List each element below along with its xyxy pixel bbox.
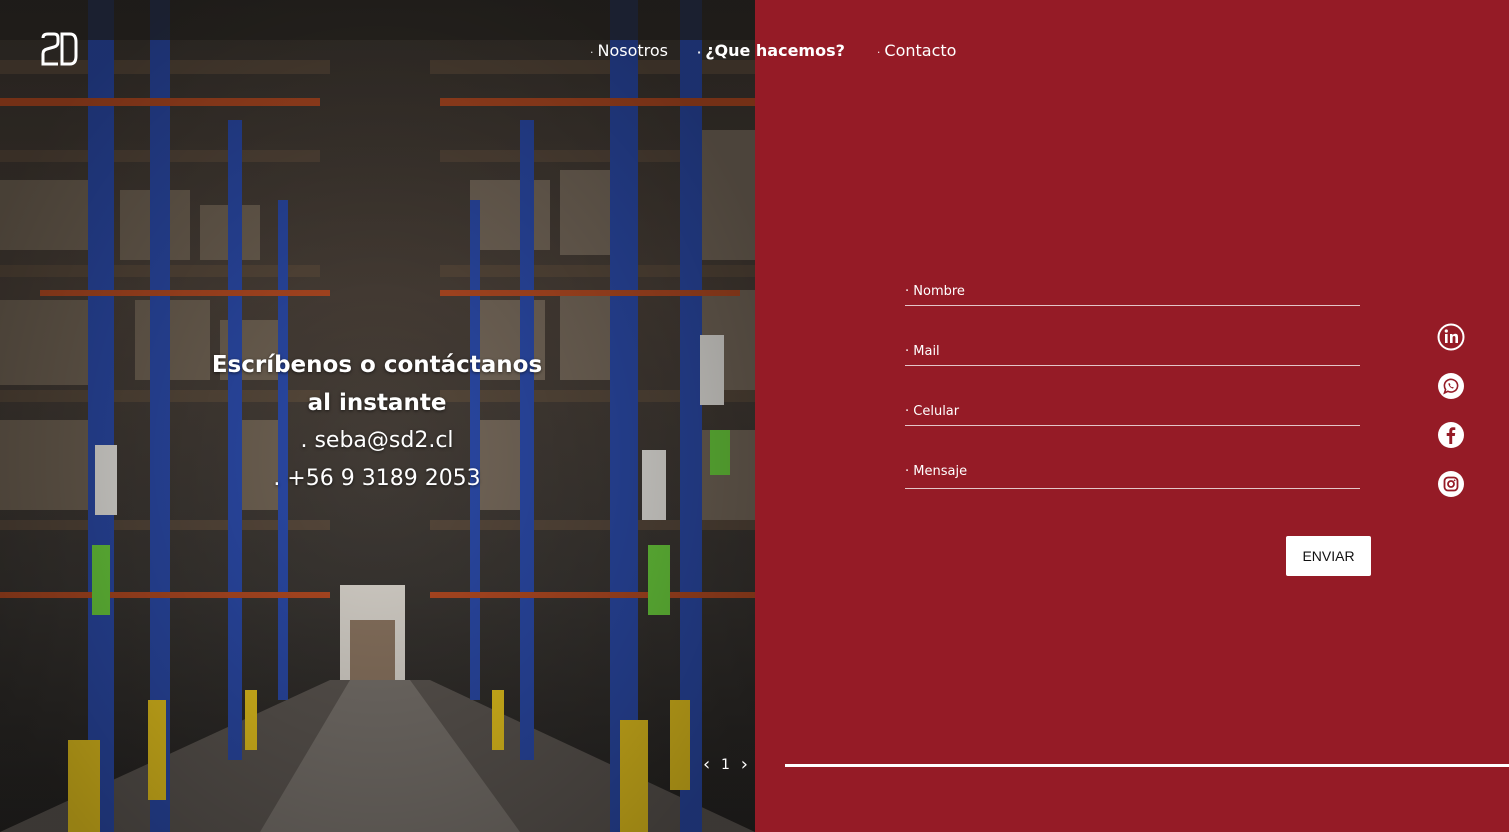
contact-headline: Escríbenos o contáctanos al instante bbox=[211, 352, 543, 416]
nav-item-que-hacemos[interactable]: · ¿Que hacemos? bbox=[697, 41, 845, 60]
nav-label-contacto: Contacto bbox=[884, 40, 957, 60]
message-input[interactable] bbox=[905, 462, 1360, 485]
name-field-wrapper bbox=[905, 280, 1360, 306]
contact-email-link[interactable]: . seba@sd2.cl bbox=[200, 422, 554, 460]
nav-item-nosotros[interactable]: · Nosotros bbox=[590, 41, 668, 60]
main-nav: · Nosotros · ¿Que hacemos? · Contacto bbox=[590, 36, 956, 64]
whatsapp-icon[interactable] bbox=[1437, 372, 1465, 400]
divider-line bbox=[785, 764, 1509, 767]
sd2-logo-icon[interactable] bbox=[40, 32, 78, 66]
linkedin-icon[interactable] bbox=[1437, 323, 1465, 351]
nav-label-nosotros: Nosotros bbox=[597, 40, 669, 60]
nav-label-que-hacemos: ¿Que hacemos? bbox=[705, 40, 845, 60]
instagram-icon[interactable] bbox=[1437, 470, 1465, 498]
nav-bullet: · bbox=[876, 45, 881, 59]
nav-item-contacto[interactable]: · Contacto bbox=[877, 41, 957, 60]
contact-form bbox=[905, 280, 1360, 489]
chevron-right-icon[interactable]: › bbox=[741, 756, 748, 774]
contact-info: Escríbenos o contáctanos al instante . s… bbox=[200, 346, 554, 498]
slider-page-number: 1 bbox=[721, 757, 730, 773]
send-button[interactable]: ENVIAR bbox=[1286, 536, 1371, 576]
chevron-left-icon[interactable]: ‹ bbox=[703, 756, 710, 774]
slider-pager: ‹ 1 › bbox=[703, 752, 748, 778]
nav-bullet: · bbox=[697, 45, 702, 59]
nav-bullet: · bbox=[590, 45, 594, 59]
name-input[interactable] bbox=[905, 282, 1360, 305]
facebook-icon[interactable] bbox=[1437, 421, 1465, 449]
phone-input[interactable] bbox=[905, 402, 1360, 425]
contact-phone-link[interactable]: . +56 9 3189 2053 bbox=[200, 460, 554, 498]
mail-input[interactable] bbox=[905, 342, 1360, 365]
phone-field-wrapper bbox=[905, 400, 1360, 426]
message-field-wrapper bbox=[905, 460, 1360, 489]
social-links bbox=[1437, 323, 1465, 519]
mail-field-wrapper bbox=[905, 340, 1360, 366]
